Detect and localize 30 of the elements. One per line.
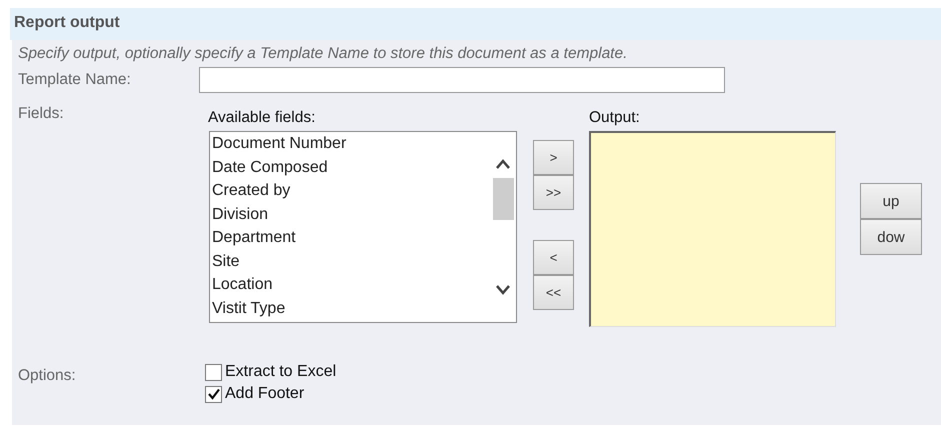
checkbox-label: Add Footer [225, 385, 304, 403]
list-label: Output: [589, 108, 641, 128]
list-label: Available fields: [207, 108, 316, 128]
order-button[interactable]: dow [860, 219, 922, 255]
scroll-down-icon[interactable] [495, 284, 511, 296]
input-field[interactable] [199, 67, 725, 93]
field-label: Fields: [17, 104, 65, 124]
order-button[interactable]: up [860, 183, 922, 219]
field-label: Options: [17, 366, 77, 386]
list-item[interactable]: Date Composed [212, 156, 490, 179]
list-item[interactable]: Site [212, 250, 490, 273]
field-label: Template Name: [17, 71, 132, 89]
checkbox-label: Extract to Excel [225, 363, 336, 381]
section-header: Report output [10, 8, 941, 40]
list-item[interactable]: Division [212, 202, 490, 226]
list-item[interactable]: Created by [212, 179, 490, 202]
scroll-up-icon[interactable] [495, 158, 511, 170]
list-item[interactable]: Vistit Type [212, 296, 490, 320]
section-description: Specify output, optionally specify a Template Name to store this document as a template. [17, 45, 628, 63]
checkbox[interactable] [205, 364, 222, 380]
move-button[interactable]: > [533, 140, 574, 175]
checkbox[interactable] [205, 386, 222, 402]
move-button[interactable]: << [533, 275, 574, 310]
move-button[interactable]: < [533, 240, 574, 275]
list-item[interactable]: Location [212, 273, 490, 296]
list-item[interactable]: Department [212, 226, 490, 250]
move-button[interactable]: >> [533, 175, 574, 210]
scroll-thumb[interactable] [492, 178, 514, 220]
list-item[interactable]: Document Number [212, 132, 490, 156]
list-box[interactable]: Document Number Date Composed Created by Division Department Site Location Vistit Type [209, 131, 517, 323]
